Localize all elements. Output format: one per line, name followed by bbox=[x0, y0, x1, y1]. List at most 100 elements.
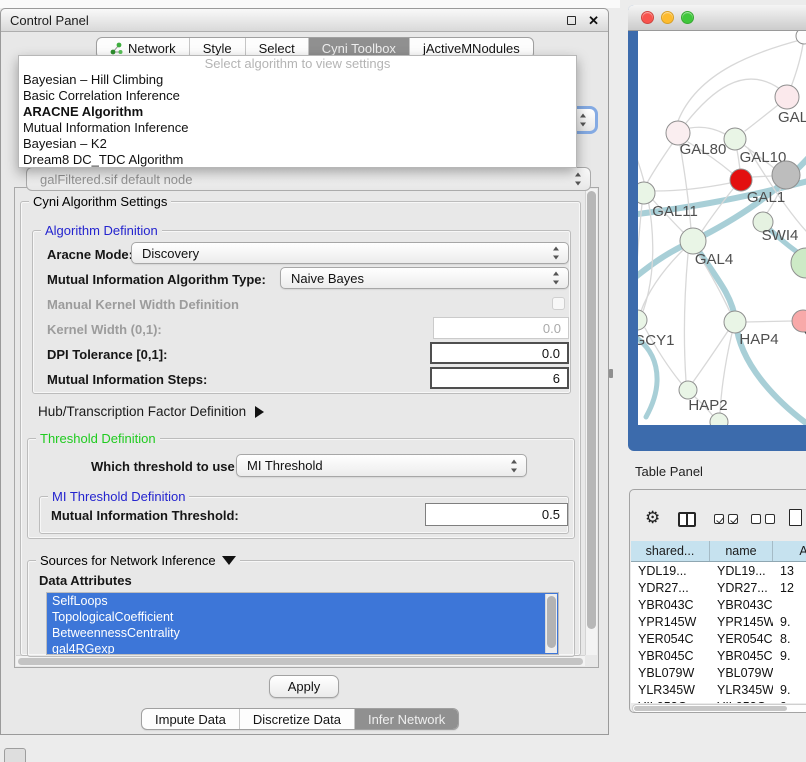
gear-icon[interactable]: ⚙ bbox=[645, 509, 660, 526]
zoom-traffic-light-icon[interactable] bbox=[681, 11, 694, 24]
network-node[interactable] bbox=[791, 248, 806, 278]
network-node-gal11[interactable] bbox=[638, 182, 655, 204]
hub-definition-row[interactable]: Hub/Transcription Factor Definition bbox=[38, 404, 264, 419]
mi-steps-field[interactable]: 6 bbox=[430, 367, 569, 389]
minimize-traffic-light-icon[interactable] bbox=[661, 11, 674, 24]
network-edge bbox=[745, 105, 778, 131]
apply-button[interactable]: Apply bbox=[269, 675, 339, 698]
algorithm-option-basic-correlation-inference[interactable]: Basic Correlation Inference bbox=[19, 88, 576, 104]
table-source-combo[interactable]: galFiltered.sif default node bbox=[26, 167, 591, 191]
minimized-panel-icon[interactable] bbox=[4, 748, 26, 762]
algorithm-option-dream8-dc-tdc-algorithm[interactable]: Dream8 DC_TDC Algorithm bbox=[19, 152, 576, 168]
manual-kernel-checkbox[interactable] bbox=[552, 297, 565, 310]
attributes-list-scrollbar[interactable] bbox=[545, 594, 557, 653]
attribute-item-betweennesscentrality[interactable]: BetweennessCentrality bbox=[47, 625, 558, 641]
table-cell: YDR27... bbox=[710, 581, 773, 595]
attribute-item-gal4rgexp[interactable]: gal4RGexp bbox=[47, 641, 558, 655]
mi-threshold-group: MI Threshold Definition Mutual Informati… bbox=[39, 496, 569, 534]
new-table-icon[interactable] bbox=[789, 509, 802, 526]
table-header-row: shared...nameA bbox=[631, 541, 806, 562]
table-cell: YLR345W bbox=[631, 683, 710, 697]
table-row[interactable]: YDL19...YDL19...13 bbox=[631, 562, 806, 579]
mi-threshold-field[interactable]: 0.5 bbox=[425, 503, 568, 526]
algorithm-option-mutual-information-inference[interactable]: Mutual Information Inference bbox=[19, 120, 576, 136]
table-row[interactable]: YER054CYER054C8. bbox=[631, 630, 806, 647]
table-cell: 13 bbox=[773, 564, 806, 578]
combo-arrows-icon bbox=[580, 114, 587, 127]
split-columns-icon[interactable] bbox=[678, 512, 696, 527]
combo-arrows-icon bbox=[575, 173, 582, 186]
network-node-hap4[interactable] bbox=[724, 311, 746, 333]
algorithm-popup-placeholder: Select algorithm to view settings bbox=[19, 56, 576, 72]
desktop: Control Panel ✕ NetworkStyleSelectCyni T… bbox=[0, 0, 806, 762]
network-node-gal10[interactable] bbox=[724, 128, 746, 150]
mi-steps-value: 6 bbox=[553, 371, 560, 386]
network-node[interactable] bbox=[772, 161, 800, 189]
checked-box-icon bbox=[714, 514, 724, 524]
table-panel-title: Table Panel bbox=[635, 464, 703, 479]
tab-impute-data[interactable]: Impute Data bbox=[142, 709, 239, 729]
unchecked-box-icon bbox=[751, 514, 761, 524]
network-node-label: HAP2 bbox=[688, 397, 727, 414]
table-row[interactable]: YLR345WYLR345W9. bbox=[631, 681, 806, 698]
top-strip bbox=[0, 0, 620, 8]
column-header-shared[interactable]: shared... bbox=[631, 541, 710, 561]
table-body: YDL19...YDL19...13YDR27...YDR27...12YBR0… bbox=[631, 562, 806, 703]
table-row[interactable]: YBL079WYBL079W bbox=[631, 664, 806, 681]
unchecked-box-icon bbox=[765, 514, 775, 524]
close-icon[interactable]: ✕ bbox=[588, 14, 599, 27]
collapsed-arrow-icon[interactable] bbox=[255, 406, 264, 418]
kernel-width-field[interactable]: 0.0 bbox=[433, 317, 569, 339]
network-node[interactable] bbox=[796, 31, 806, 44]
network-node-gcy1[interactable] bbox=[638, 310, 647, 330]
close-traffic-light-icon[interactable] bbox=[641, 11, 654, 24]
panel-splitter-handle[interactable] bbox=[609, 369, 613, 378]
mi-threshold-value: 0.5 bbox=[542, 507, 560, 522]
aracne-mode-combo[interactable]: Discovery bbox=[131, 242, 569, 264]
mi-algorithm-type-combo[interactable]: Naive Bayes bbox=[280, 267, 569, 289]
column-header-name[interactable]: name bbox=[710, 541, 773, 561]
settings-vertical-scrollbar[interactable] bbox=[585, 189, 597, 655]
dpi-tolerance-field[interactable]: 0.0 bbox=[430, 342, 569, 364]
tab-label: Cyni Toolbox bbox=[322, 41, 396, 56]
network-node-label: GAL11 bbox=[652, 203, 698, 220]
tab-infer-network[interactable]: Infer Network bbox=[354, 709, 458, 729]
sources-title-row[interactable]: Sources for Network Inference bbox=[36, 553, 240, 568]
attribute-item-topologicalcoefficient[interactable]: TopologicalCoefficient bbox=[47, 609, 558, 625]
table-row[interactable]: YBR045CYBR045C9. bbox=[631, 647, 806, 664]
tab-label: Discretize Data bbox=[253, 712, 341, 727]
mi-threshold-label: Mutual Information Threshold: bbox=[51, 508, 239, 523]
table-horizontal-scrollbar[interactable] bbox=[632, 704, 806, 713]
network-node-gal1[interactable] bbox=[730, 169, 752, 191]
which-threshold-combo[interactable]: MI Threshold bbox=[236, 454, 527, 477]
which-threshold-label: Which threshold to use: bbox=[91, 459, 239, 474]
algorithm-option-bayesian-k2[interactable]: Bayesian – K2 bbox=[19, 136, 576, 152]
table-row[interactable]: YDR27...YDR27...12 bbox=[631, 579, 806, 596]
network-edge bbox=[791, 44, 803, 87]
network-edge bbox=[690, 127, 725, 134]
table-cell: YBR045C bbox=[631, 649, 710, 663]
aracne-mode-label: Aracne Mode: bbox=[47, 247, 133, 262]
cyni-algorithm-settings-group: Cyni Algorithm Settings Algorithm Defini… bbox=[20, 201, 581, 656]
table-cell: YER054C bbox=[631, 632, 710, 646]
table-row[interactable]: YBR043CYBR043C bbox=[631, 596, 806, 613]
deselect-all-columns-icon[interactable] bbox=[751, 514, 775, 524]
table-row[interactable]: YPR145WYPR145W9. bbox=[631, 613, 806, 630]
network-canvas[interactable]: GALGAL80GAL10GAL1GAL11SWI4GAL4GCY1HAP4YH… bbox=[638, 31, 806, 425]
network-node-gal[interactable] bbox=[775, 85, 799, 109]
network-icon bbox=[110, 42, 123, 55]
column-header-a[interactable]: A bbox=[773, 541, 806, 561]
float-window-icon[interactable] bbox=[567, 16, 576, 25]
network-node-label: GCY1 bbox=[638, 332, 674, 349]
network-node-label: GAL bbox=[778, 109, 806, 126]
table-cell: YBR043C bbox=[710, 598, 773, 612]
expanded-arrow-icon[interactable] bbox=[222, 556, 236, 565]
data-attributes-list[interactable]: SelfLoopsTopologicalCoefficientBetweenne… bbox=[46, 592, 559, 655]
algorithm-option-aracne-algorithm[interactable]: ARACNE Algorithm bbox=[19, 104, 576, 120]
select-all-columns-icon[interactable] bbox=[714, 514, 738, 524]
table-row[interactable]: YIL052CYIL052C9 bbox=[631, 698, 806, 703]
attribute-item-selfloops[interactable]: SelfLoops bbox=[47, 593, 558, 609]
algorithm-option-bayesian-hill-climbing[interactable]: Bayesian – Hill Climbing bbox=[19, 72, 576, 88]
aracne-mode-value: Discovery bbox=[142, 246, 199, 261]
tab-discretize-data[interactable]: Discretize Data bbox=[239, 709, 354, 729]
